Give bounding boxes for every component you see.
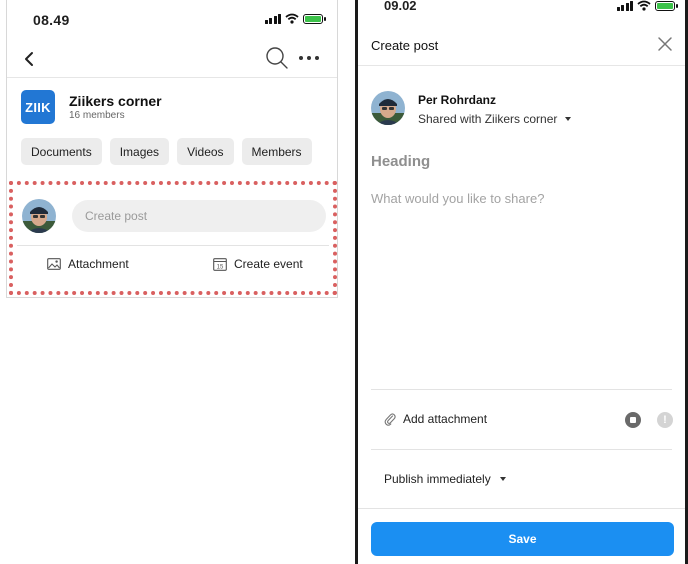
avatar[interactable] [22,199,56,233]
add-attachment-label: Add attachment [403,412,488,426]
group-tabs: Documents Images Videos Members [21,138,312,165]
divider [358,508,685,509]
status-bar: 08.49 [7,0,337,40]
audience-selector[interactable]: Shared with Ziikers corner [418,112,572,126]
create-event-label: Create event [234,257,303,271]
back-chevron-icon[interactable] [21,50,37,68]
caret-down-icon [499,477,506,481]
battery-icon [655,1,678,11]
author-avatar [371,91,405,125]
more-icon[interactable] [299,48,321,68]
wifi-icon [285,13,299,24]
caret-down-icon [565,117,572,121]
wifi-icon [637,0,651,11]
author-name: Per Rohrdanz [418,93,497,107]
create-post-screen: 09.02 Create post Per Rohrdanz Shared wi… [355,0,688,564]
group-name: Ziikers corner [69,93,162,109]
signal-icon [616,0,633,11]
attachment-label: Attachment [68,257,129,271]
group-screen: 08.49 ZIIK Ziikers corner 16 members Doc… [6,0,338,298]
status-time: 08.49 [33,12,70,28]
compose-card: Create post Attachment 15 Create event [9,181,337,295]
add-attachment-button[interactable]: Add attachment [384,412,487,426]
tab-members[interactable]: Members [241,138,312,165]
heading-input[interactable]: Heading [371,153,430,170]
divider [371,449,672,450]
create-event-button[interactable]: 15 Create event [213,257,303,271]
publish-selector[interactable]: Publish immediately [384,472,506,486]
publish-label: Publish immediately [384,472,491,486]
create-post-input[interactable]: Create post [72,200,326,232]
status-icons [264,13,326,24]
status-time: 09.02 [384,0,417,13]
group-member-count: 16 members [69,110,125,121]
compose-actions: Attachment 15 Create event [13,257,333,277]
body-input[interactable]: What would you like to share? [371,191,544,206]
divider [371,389,672,390]
nav-bar [7,40,337,78]
calendar-icon: 15 [213,258,227,271]
modal-header: Create post [358,22,685,66]
audience-label: Shared with Ziikers corner [418,112,558,126]
divider [17,245,329,246]
calendar-day: 15 [217,265,224,271]
battery-icon [303,14,326,24]
status-icons [616,0,678,11]
image-icon [47,258,61,270]
close-icon[interactable] [657,36,673,52]
signal-icon [264,13,281,24]
save-button[interactable]: Save [371,522,674,556]
stop-icon[interactable] [625,412,641,428]
tab-documents[interactable]: Documents [21,138,102,165]
tab-images[interactable]: Images [109,138,170,165]
page-title: Create post [371,38,439,53]
search-icon[interactable] [265,46,289,70]
paperclip-icon [384,413,396,426]
attachment-button[interactable]: Attachment [47,257,129,271]
info-icon[interactable]: ! [657,412,673,428]
tab-videos[interactable]: Videos [177,138,234,165]
group-logo: ZIIK [21,90,55,124]
